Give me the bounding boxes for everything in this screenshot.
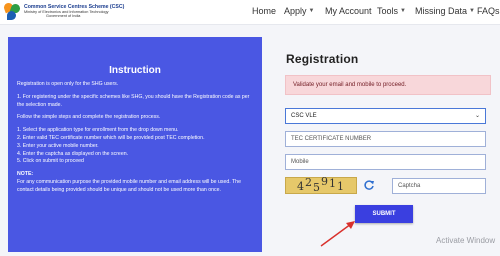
nav-missing-data[interactable]: Missing Data ▼ [415,6,475,16]
validation-alert-text: Validate your email and mobile to procee… [293,82,407,88]
captcha-placeholder: Captcha [398,183,421,189]
csc-logo-icon [2,1,22,21]
instruction-step: 4. Enter the captcha as displayed on the… [17,150,129,157]
nav-faqs-label: FAQs [477,6,500,16]
captcha-char: 4 [297,180,305,193]
submit-label: SUBMIT [372,211,396,217]
captcha-input[interactable]: Captcha [392,178,486,194]
submit-button[interactable]: SUBMIT [355,205,413,223]
top-navbar: Common Service Centres Scheme (CSC) Mini… [0,0,500,25]
instruction-scheme-note: 1. For registering under the specific sc… [17,93,250,108]
captcha-char: 5 [313,181,321,194]
chevron-down-icon: ▼ [469,8,475,14]
red-arrow-annotation [320,221,355,247]
nav-missing-data-label: Missing Data [415,6,468,16]
instruction-title: Instruction [109,65,161,76]
application-type-value: CSC VLE [291,113,317,119]
nav-home-label: Home [252,6,277,16]
refresh-icon[interactable] [363,179,375,191]
instruction-follow: Follow the simple steps and complete the… [17,114,161,121]
instruction-step: 2. Enter valid TEC certificate number wh… [17,134,205,141]
nav-my-account[interactable]: My Account [325,6,372,16]
chevron-down-icon: ▼ [400,8,406,14]
nav-my-account-label: My Account [325,6,372,16]
nav-apply[interactable]: Apply ▼ [284,6,314,16]
captcha-char: 1 [337,180,345,193]
note-title: NOTE: [17,171,34,178]
nav-home[interactable]: Home [252,6,276,16]
tec-certificate-input[interactable]: TEC CERTIFICATE NUMBER [285,131,486,147]
activate-windows-watermark: Activate Window [436,236,496,245]
captcha-char: 9 [321,175,329,188]
captcha-char: 1 [329,177,337,190]
application-type-select[interactable]: CSC VLE ⌄ [285,108,486,124]
instruction-panel: Instruction Registration is open only fo… [8,37,262,252]
mobile-placeholder: Mobile [291,159,309,165]
nav-faqs[interactable]: FAQs [477,6,500,16]
validation-alert: Validate your email and mobile to procee… [285,75,491,95]
instruction-intro: Registration is open only for the SHG us… [17,81,119,87]
chevron-down-icon: ⌄ [474,113,480,119]
registration-title: Registration [286,52,359,66]
instruction-step: 3. Enter your active mobile number. [17,142,99,149]
instruction-step: 1. Select the application type for enrol… [17,127,179,134]
tec-certificate-placeholder: TEC CERTIFICATE NUMBER [291,136,372,142]
nav-apply-label: Apply [284,6,307,16]
chevron-down-icon: ▼ [308,8,315,14]
mobile-input[interactable]: Mobile [285,154,486,170]
note-text: For any communication purpose the provid… [17,178,241,193]
nav-tools-label: Tools [377,6,399,16]
csc-logo[interactable]: Common Service Centres Scheme (CSC) Mini… [2,1,124,21]
captcha-image: 4 2 5 9 1 1 [285,175,357,194]
captcha-char: 2 [305,176,313,189]
logo-government: Government of India [46,14,81,19]
nav-tools[interactable]: Tools ▼ [377,6,406,16]
instruction-step: 5. Click on submit to proceed [17,158,84,165]
